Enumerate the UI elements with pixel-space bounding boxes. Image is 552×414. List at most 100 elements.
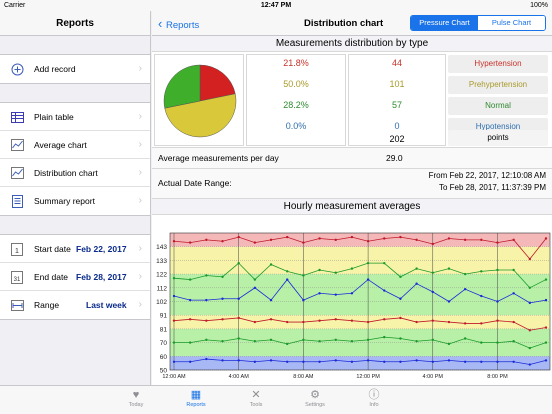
sidebar: Reports Add record › Plain table › Avera… [0,11,151,385]
data-point [221,275,224,279]
chart-icon [10,166,24,180]
hypertension-label: Hypertension [448,55,548,73]
chevron-right-icon: › [138,111,142,122]
data-point [431,338,434,342]
data-point [334,293,337,296]
distribution-section-title: Measurements distribution by type [152,36,552,52]
data-point [269,298,273,302]
sidebar-item-label: Average chart [34,140,87,150]
end-date-selector[interactable]: 31 End date Feb 28, 2017 › [0,263,150,291]
data-point [350,292,354,295]
data-point [253,286,257,289]
average-per-day-value: 29.0 [386,153,403,163]
data-point [383,335,386,339]
data-point [286,270,289,273]
total-count: 202 [389,134,405,144]
data-point [512,320,515,324]
back-label: Reports [165,20,200,31]
data-point [302,338,305,342]
data-point [221,297,224,300]
chevron-right-icon: › [138,63,142,74]
data-point [334,338,337,342]
data-point [512,238,515,242]
start-date-selector[interactable]: 1 Start date Feb 22, 2017 › [0,235,150,263]
data-point [221,240,224,243]
x-tick-label: 4:00 PM [423,374,444,380]
data-point [205,338,208,342]
sidebar-item-summary-report[interactable]: Summary report › [0,187,150,215]
data-point [480,238,483,242]
svg-text:1: 1 [15,248,19,255]
add-record-button[interactable]: Add record › [0,55,150,83]
data-point [188,278,192,281]
data-point [172,341,176,344]
pie-slice [163,64,201,109]
data-point [544,341,548,344]
date-range-label: Actual Date Range: [158,178,232,188]
tab-settings[interactable]: ⚙ Settings [295,388,335,408]
y-tick-label: 133 [156,258,167,265]
data-point [188,241,192,244]
tab-tools[interactable]: ✕ Tools [236,388,276,408]
pulse-chart-segment[interactable]: Pulse Chart [478,16,545,30]
data-point [318,268,321,272]
tab-info[interactable]: ⓘ Info [354,388,394,408]
y-tick-label: 143 [156,244,167,251]
x-tick-label: 12:00 AM [162,374,186,380]
data-point [334,318,337,321]
data-point [172,277,176,280]
data-point [415,320,418,324]
data-point [415,267,418,270]
chevron-right-icon: › [138,299,142,310]
data-point [480,270,483,273]
end-date-label: End date [34,272,69,282]
range-band [170,315,550,329]
data-point [269,238,273,242]
battery-indicator: 100% [530,2,548,9]
data-point [318,360,321,363]
calendar-1-icon: 1 [10,242,24,256]
back-button[interactable]: ‹ Reports [158,11,199,38]
chevron-right-icon: › [138,139,142,150]
data-point [269,359,273,362]
data-point [221,359,224,362]
y-tick-label: 91 [160,313,168,320]
sidebar-item-average-chart[interactable]: Average chart › [0,131,150,159]
data-point [496,360,499,363]
data-point [188,298,192,302]
data-point [528,329,532,332]
data-point [415,359,418,362]
data-point [399,275,402,279]
data-point [431,271,434,274]
data-point [431,360,434,363]
normal-label: Normal [448,97,548,115]
data-point [447,320,451,324]
prehypertension-count: 101 [389,79,405,89]
points-label: points [448,130,548,146]
data-point [237,359,240,362]
data-point [463,238,467,242]
prehypertension-label: Prehypertension [448,76,548,94]
tab-reports[interactable]: ▦ Reports [176,388,216,408]
range-value: Last week [86,300,127,310]
tab-today[interactable]: ♥ Today [116,388,156,408]
data-point [205,298,208,302]
data-point [463,287,467,291]
pressure-chart-segment[interactable]: Pressure Chart [411,16,478,30]
data-point [399,235,402,239]
app-window: Carrier 12:47 PM 100% Reports Add record… [0,0,552,414]
sidebar-item-plain-table[interactable]: Plain table › [0,103,150,131]
heart-icon: ♥ [132,389,140,401]
data-point [463,337,467,340]
range-selector[interactable]: Range Last week › [0,291,150,319]
add-record-label: Add record [34,64,76,74]
data-point [512,360,515,363]
sidebar-item-distribution-chart[interactable]: Distribution chart › [0,159,150,187]
data-point [366,320,370,324]
navigation-bar: ‹ Reports Distribution chart Pressure Ch… [152,11,552,36]
data-point [480,322,483,325]
data-point [221,318,224,321]
x-tick-label: 8:00 AM [293,374,314,380]
y-tick-label: 70 [160,340,168,347]
y-tick-label: 112 [157,285,168,292]
